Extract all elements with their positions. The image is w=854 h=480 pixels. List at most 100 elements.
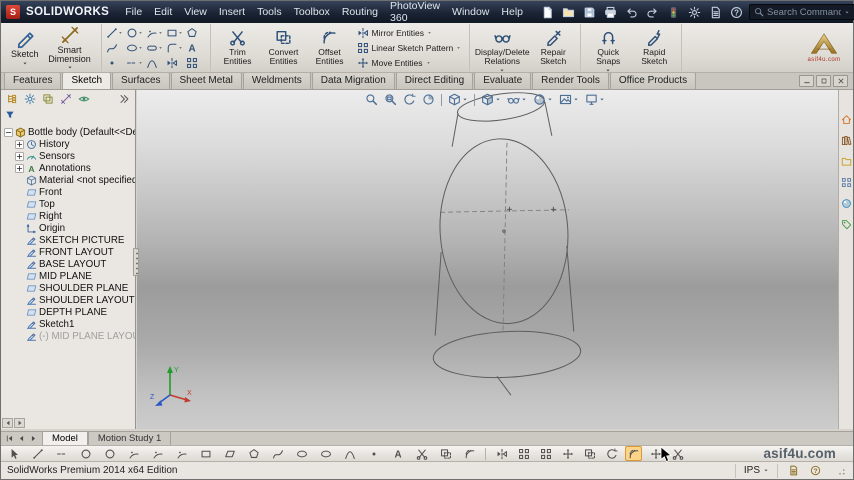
search-scope-caret-icon[interactable] <box>844 10 850 15</box>
menu-help[interactable]: Help <box>495 3 529 21</box>
display-style-button[interactable] <box>481 93 501 106</box>
tab-render-tools[interactable]: Render Tools <box>532 72 609 89</box>
text-tool-button[interactable]: A <box>186 42 198 53</box>
slot-tool-button[interactable] <box>146 42 163 54</box>
tab-sketch[interactable]: Sketch <box>62 72 112 89</box>
zoom-to-fit-button[interactable] <box>365 93 378 106</box>
expand-toggle-icon[interactable] <box>15 139 24 149</box>
rebuild-button[interactable] <box>665 4 682 20</box>
edit-appearance-button[interactable] <box>533 93 553 106</box>
smart-dimension-dropdown-icon[interactable] <box>67 65 73 70</box>
tab-direct-editing[interactable]: Direct Editing <box>395 72 474 89</box>
pattern-tool-button[interactable] <box>186 57 198 69</box>
spline-tool-button[interactable] <box>106 42 118 54</box>
circular-pattern-button[interactable] <box>538 447 553 460</box>
mirror-entities-button[interactable]: Mirror Entities <box>357 27 462 39</box>
displaymanager-tab[interactable] <box>76 92 92 106</box>
move-dropdown-icon[interactable] <box>426 61 431 65</box>
spline-button[interactable] <box>270 447 285 460</box>
move-button[interactable] <box>560 447 575 460</box>
tab-weldments[interactable]: Weldments <box>242 72 311 89</box>
rect-button[interactable] <box>198 447 213 460</box>
featuremanager-tree-tab[interactable] <box>4 92 20 106</box>
new-document-button[interactable] <box>539 4 556 20</box>
scroll-left-button[interactable] <box>2 418 13 428</box>
menu-window[interactable]: Window <box>446 3 495 21</box>
tree-item-annotations[interactable]: A Annotations <box>1 162 135 174</box>
custom-properties-tab[interactable] <box>841 219 852 233</box>
tree-item-bottle-body-default-default[interactable]: Bottle body (Default<<Default> <box>1 126 135 138</box>
tree-filter[interactable] <box>1 108 135 121</box>
tree-item-depth-plane[interactable]: DEPTH PLANE <box>1 306 135 318</box>
tree-item-sketch-picture[interactable]: SKETCH PICTURE <box>1 234 135 246</box>
tab-sheet-metal[interactable]: Sheet Metal <box>170 72 242 89</box>
tab-scroll-first-button[interactable] <box>4 433 15 444</box>
menu-routing[interactable]: Routing <box>336 3 384 21</box>
tab-scroll-prev-button[interactable] <box>16 433 27 444</box>
quick-snaps-button[interactable]: Quick Snaps <box>585 25 631 72</box>
view-palette-tab[interactable] <box>841 177 852 191</box>
units-dropdown[interactable]: IPS <box>734 463 778 478</box>
polygon-button[interactable] <box>246 447 261 460</box>
appearances-scenes-tab[interactable] <box>841 198 852 212</box>
tangent-arc-button[interactable] <box>150 447 165 460</box>
panel-splitter[interactable] <box>133 248 139 276</box>
move-entities-button[interactable]: Move Entities <box>357 57 462 69</box>
configurationmanager-tab[interactable] <box>40 92 56 106</box>
section-view-button[interactable] <box>422 93 435 106</box>
propertymanager-tab[interactable] <box>22 92 38 106</box>
tab-evaluate[interactable]: Evaluate <box>474 72 532 89</box>
search-input[interactable] <box>767 6 841 18</box>
tab-features[interactable]: Features <box>4 72 62 89</box>
menu-view[interactable]: View <box>178 3 213 21</box>
print-button[interactable] <box>602 4 619 20</box>
options-button[interactable] <box>686 4 703 20</box>
sketch-tool-button[interactable]: Sketch <box>7 25 43 71</box>
circle-tool-button[interactable] <box>126 27 143 39</box>
tree-item-origin[interactable]: Origin <box>1 222 135 234</box>
bottle-sketch-geometry[interactable] <box>137 90 853 429</box>
rotate-button[interactable] <box>604 447 619 460</box>
tab-data-migration[interactable]: Data Migration <box>311 72 395 89</box>
centerline-tool-button[interactable] <box>126 57 143 69</box>
tree-item-sketch1[interactable]: Sketch1 <box>1 318 135 330</box>
text-tool-button[interactable]: A <box>390 447 405 460</box>
menu-insert[interactable]: Insert <box>213 3 251 21</box>
relations-dropdown-icon[interactable] <box>499 68 505 73</box>
mirror-tool-button[interactable] <box>166 57 178 69</box>
menu-toolbox[interactable]: Toolbox <box>288 3 336 21</box>
menu-photoview-360[interactable]: PhotoView 360 <box>384 0 446 27</box>
fillet-tool-button[interactable] <box>166 42 183 54</box>
help-button[interactable]: ? <box>728 4 745 20</box>
scroll-right-button[interactable] <box>14 418 25 428</box>
point-button[interactable] <box>366 447 381 460</box>
panel-expand-chevrons-icon[interactable] <box>116 92 132 106</box>
centerline-button[interactable] <box>54 447 69 460</box>
select-button[interactable] <box>6 447 21 460</box>
tree-scrollbar[interactable] <box>2 418 25 428</box>
trim-entities-button[interactable]: Trim Entities <box>215 25 261 71</box>
model-tab-model[interactable]: Model <box>42 432 88 445</box>
tree-item-mid-plane[interactable]: MID PLANE <box>1 270 135 282</box>
tree-item-front[interactable]: Front <box>1 186 135 198</box>
model-tab-motion-study-1[interactable]: Motion Study 1 <box>87 432 172 445</box>
document-minimize-button[interactable] <box>799 75 814 87</box>
linear-pattern-button[interactable] <box>516 447 531 460</box>
point-tool-button[interactable] <box>106 57 118 69</box>
tree-item-shoulder-plane[interactable]: SHOULDER PLANE <box>1 282 135 294</box>
status-tips-button[interactable]: ? <box>808 464 822 477</box>
offset-entities-button[interactable]: Offset Entities <box>307 25 353 71</box>
hide-show-items-button[interactable] <box>507 93 527 106</box>
partial-ellipse-button[interactable] <box>318 447 333 460</box>
polygon-tool-button[interactable] <box>186 27 198 39</box>
tab-surfaces[interactable]: Surfaces <box>112 72 170 89</box>
save-button[interactable] <box>581 4 598 20</box>
tree-item-shoulder-layout[interactable]: SHOULDER LAYOUT <box>1 294 135 306</box>
expand-toggle-icon[interactable] <box>15 151 24 161</box>
view-orientation-button[interactable] <box>448 93 468 106</box>
menu-tools[interactable]: Tools <box>251 3 288 21</box>
line-button[interactable] <box>30 447 45 460</box>
zoom-to-area-button[interactable] <box>384 93 397 106</box>
line-tool-button[interactable] <box>106 27 123 39</box>
expand-toggle-icon[interactable] <box>15 163 24 173</box>
